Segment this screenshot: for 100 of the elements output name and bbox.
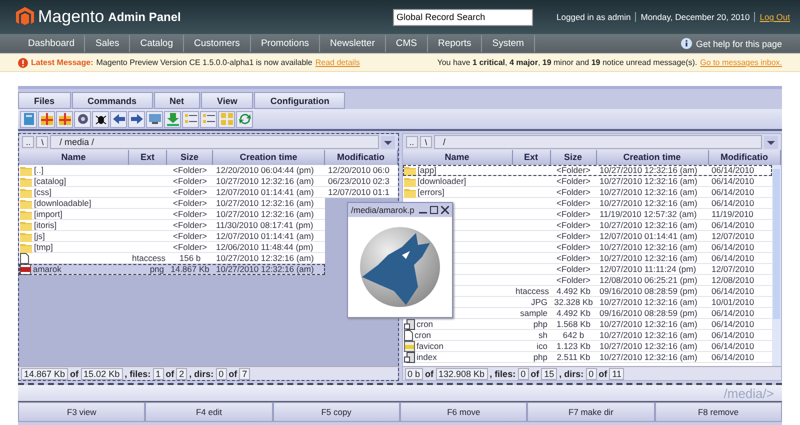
table-cell-text: <Folder> [172, 231, 208, 242]
file-name: [js] [34, 231, 45, 242]
table-cell-text: 10/27/2010 12:32:16 (am) [215, 209, 315, 220]
table-cell-text: <Folder> [172, 220, 208, 231]
logo-text: Magento [38, 7, 104, 27]
table-cell-text: 06/23/2010 02:3 [327, 176, 390, 187]
table-cell-text: 06/14/2010 [710, 330, 756, 341]
logo-subtitle: Admin Panel [108, 10, 181, 24]
table-cell-text: 10/27/2010 12:32:16 (am) [598, 242, 698, 253]
table-cell-text: 2.511 Kb [556, 352, 592, 363]
table-cell-text: 11/30/2010 08:17:41 (pm) [215, 220, 314, 231]
status-value: 15 [541, 368, 558, 380]
table-cell-text: 06/14/2010 [710, 187, 756, 198]
table-cell-text: <Folder> [555, 187, 592, 198]
table-cell-text: htaccess [514, 286, 550, 297]
table-cell-text: 10/27/2010 12:32:16 (am) [598, 341, 698, 352]
table-cell-text: JPG [530, 297, 548, 308]
table-cell-text: <Folder> [555, 165, 592, 176]
status-value: 2 [176, 368, 188, 380]
user-label: Logged in as admin [556, 12, 631, 22]
date-label: Monday, December 20, 2010 [634, 12, 750, 22]
table-cell-text: 1.123 Kb [555, 341, 592, 352]
file-name: index [416, 352, 437, 363]
table-cell-text: htaccess [131, 253, 167, 264]
file-name: [catalog] [34, 176, 66, 187]
file-name: [downloadable] [34, 198, 92, 209]
table-cell-text: 10/27/2010 12:32:16 (am) [215, 176, 315, 187]
message-text: Magento Preview Version CE 1.5.0.0-alpha1 is now available [96, 58, 312, 67]
file-name: favicon [416, 341, 444, 352]
status-value: 132.908 Kb [436, 368, 488, 380]
table-cell-text: 12/07/2010 01:1 [327, 187, 390, 198]
table-cell-text: 10/01/2010 [710, 297, 756, 308]
table-cell-text: 06/14/2010 [710, 286, 756, 297]
table-cell-text: 1.568 Kb [555, 319, 592, 330]
table-cell-text: 10/27/2010 12:32:16 (am) [598, 330, 698, 341]
status-label: , files: [490, 368, 516, 378]
table-cell-text: 156 b [178, 253, 202, 264]
table-cell-text: 06/14/2010 [710, 341, 756, 352]
table-cell-text: <Folder> [555, 209, 592, 220]
table-cell-text: <Folder> [555, 220, 592, 231]
table-cell-text: ico [536, 341, 548, 352]
status-label: of [530, 368, 540, 378]
table-cell-text: 09/16/2010 08:28:59 (pm) [598, 308, 698, 319]
file-name: [css] [34, 187, 52, 198]
table-cell-text: 09/16/2010 08:28:59 (pm) [598, 286, 698, 297]
table-cell-text: 10/27/2010 12:32:16 (am) [598, 176, 698, 187]
status-label: of [425, 368, 434, 378]
status-value: 11 [609, 368, 624, 380]
file-name: [..] [34, 165, 44, 176]
table-cell-text: 10/27/2010 12:32:16 (am) [598, 187, 698, 198]
file-name: [app] [418, 165, 436, 176]
table-cell-text: <Folder> [172, 176, 208, 187]
file-name: [downloader] [418, 176, 466, 187]
file-name: cron [414, 330, 432, 341]
table-cell-text: 06/14/2010 [710, 165, 756, 176]
table-cell-text: 4.492 Kb [555, 308, 592, 319]
status-value: 0 b [404, 368, 424, 380]
table-cell-text: png [148, 264, 165, 275]
table-cell-text: 12/06/2010 11:48:44 (pm) [215, 242, 314, 253]
table-cell-text: 10/27/2010 12:32:16 (am) [598, 352, 698, 363]
file-name: [itoris] [34, 220, 57, 231]
status-label: of [166, 368, 174, 378]
table-cell-text: 12/07/2010 11:11:24 (pm) [598, 264, 698, 275]
table-cell-text: <Folder> [172, 165, 208, 176]
table-cell-text: 4.492 Kb [555, 286, 592, 297]
table-cell-text: 10/27/2010 12:32:16 (am) [215, 264, 315, 275]
file-name: cron [416, 319, 434, 330]
table-cell-text: 12/07/2010 01:14:41 (am) [598, 231, 698, 242]
table-cell-text: 06/14/2010 [710, 242, 756, 253]
table-cell-text: 12/08/2010 06:25:21 (pm) [598, 275, 698, 286]
message-summary: You have 1 critical, 4 major, 19 minor and 19 notice unread message(s). [437, 58, 698, 67]
table-cell-text: 11/19/2010 [710, 209, 754, 220]
table-cell-text: <Folder> [172, 242, 208, 253]
table-cell-text: 12/08/2010 [710, 275, 756, 286]
file-name: amarok [33, 264, 62, 275]
table-cell-text: 12/20/2010 06:04:44 (pm) [215, 165, 315, 176]
status-label: , files: [124, 368, 151, 378]
table-cell-text: 06/14/2010 [710, 176, 756, 187]
status-label: , dirs: [189, 368, 214, 378]
status-value: 1 [152, 368, 164, 380]
table-cell-text: 32.328 Kb [553, 297, 594, 308]
table-cell-text: 10/27/2010 12:32:16 (am) [598, 253, 698, 264]
table-cell-text: 642 b [562, 330, 586, 341]
table-cell-text: 14.867 Kb [170, 264, 210, 275]
table-cell-text: php [532, 319, 548, 330]
table-cell-text: sample [519, 308, 548, 319]
status-label: of [228, 368, 238, 378]
table-cell-text: 12/07/2010 [710, 231, 756, 242]
table-cell-text: 06/14/2010 [710, 308, 756, 319]
table-cell-text: <Folder> [555, 264, 592, 275]
message-label: Latest Message: [31, 58, 94, 67]
status-label: , dirs: [559, 368, 584, 378]
status-value: 0 [518, 368, 529, 380]
status-value: 14.867 Kb [21, 368, 68, 380]
table-cell-text: 12/07/2010 [710, 264, 756, 275]
table-cell-text: <Folder> [555, 176, 592, 187]
table-cell-text: <Folder> [172, 187, 208, 198]
table-cell-text: <Folder> [555, 198, 592, 209]
table-cell-text: <Folder> [555, 231, 592, 242]
table-cell-text: <Folder> [172, 198, 208, 209]
